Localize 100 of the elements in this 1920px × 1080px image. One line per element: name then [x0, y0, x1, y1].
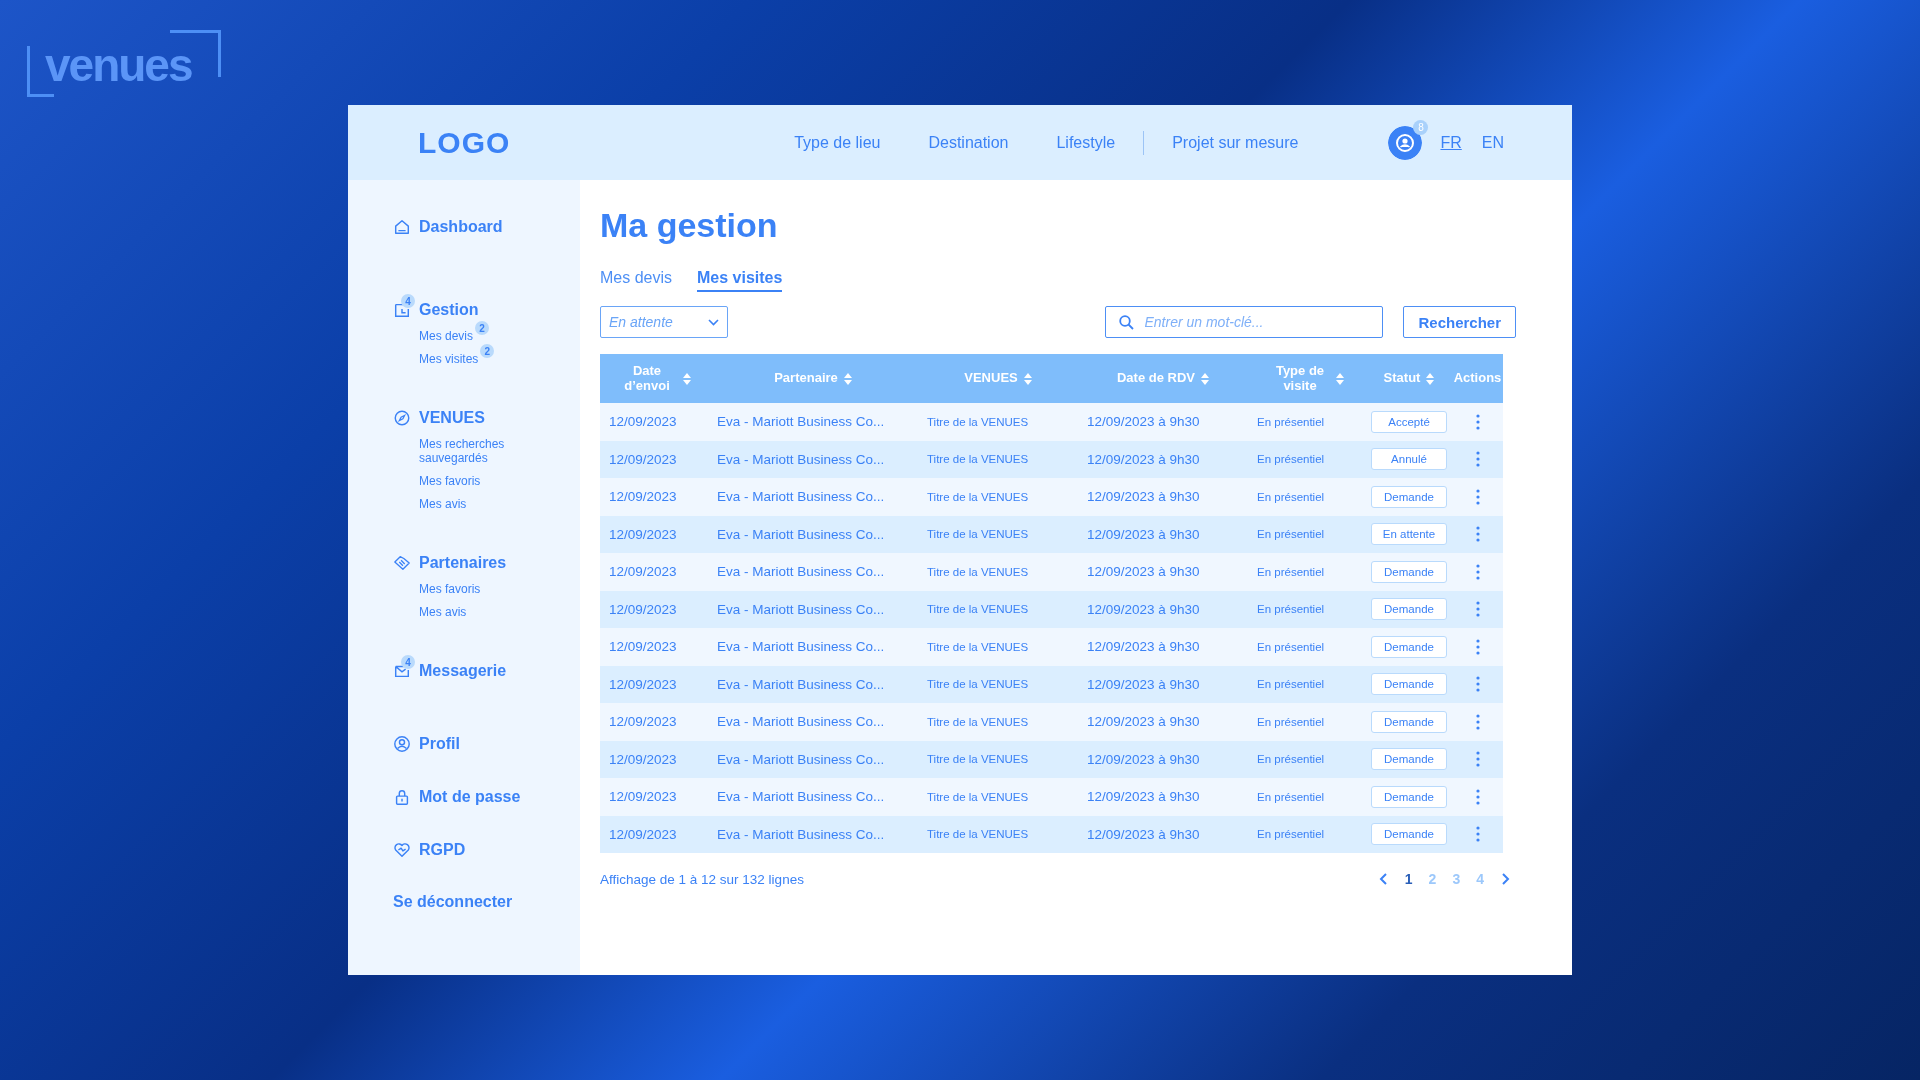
handshake-icon	[393, 554, 411, 572]
table-cell: Titre de la VENUES	[918, 740, 1078, 778]
count-badge: 2	[480, 344, 495, 358]
page-link[interactable]: 3	[1452, 871, 1461, 887]
table-cell: 12/09/2023 à 9h30	[1078, 740, 1248, 778]
sidebar-item[interactable]: Dashboard	[393, 209, 580, 236]
more-options-icon[interactable]	[1475, 638, 1480, 655]
table-cell: En présentiel	[1248, 740, 1366, 778]
column-header[interactable]: Partenaire	[708, 354, 918, 403]
user-avatar-icon[interactable]	[1388, 125, 1423, 160]
tab[interactable]: Mes devis	[600, 269, 673, 292]
sort-icon[interactable]	[843, 372, 852, 385]
search-button[interactable]: Rechercher	[1403, 306, 1516, 338]
more-options-icon[interactable]	[1475, 413, 1480, 430]
sidebar-subitem[interactable]: Mes avis	[419, 497, 467, 511]
table-cell: 12/09/2023 à 9h30	[1078, 778, 1248, 816]
sort-icon[interactable]	[1336, 372, 1344, 385]
nav-link[interactable]: Type de lieu	[794, 133, 881, 152]
sidebar-item[interactable]: Mot de passe	[393, 779, 580, 806]
column-header[interactable]: Type de visite	[1248, 354, 1366, 403]
sidebar-item[interactable]: 4 Gestion	[393, 292, 580, 319]
status-badge: Demande	[1371, 748, 1447, 771]
chevron-down-icon	[708, 318, 719, 326]
status-badge: Demande	[1371, 560, 1447, 583]
column-header[interactable]: Date d’envoi	[600, 354, 708, 403]
tab[interactable]: Mes visites	[697, 269, 783, 292]
nav-link[interactable]: Lifestyle	[1056, 133, 1116, 152]
table-cell: Eva - Mariott Business Co...	[708, 815, 918, 853]
table-cell: Eva - Mariott Business Co...	[708, 665, 918, 703]
more-options-icon[interactable]	[1475, 676, 1480, 693]
logo: LOGO	[418, 125, 511, 160]
count-badge: 2	[475, 321, 490, 335]
table-cell: 12/09/2023 à 9h30	[1078, 515, 1248, 553]
more-options-icon[interactable]	[1475, 713, 1480, 730]
table-cell: En présentiel	[1248, 478, 1366, 516]
table-cell: Eva - Mariott Business Co...	[708, 440, 918, 478]
search-field[interactable]: Entrer un mot-clé...	[1105, 306, 1384, 338]
nav-link[interactable]: Destination	[928, 133, 1009, 152]
table-cell: Titre de la VENUES	[918, 403, 1078, 441]
page-title: Ma gestion	[600, 206, 779, 245]
language-link[interactable]: EN	[1481, 133, 1504, 152]
table-cell: 12/09/2023	[600, 440, 708, 478]
column-header[interactable]: VENUES	[918, 354, 1078, 403]
column-header[interactable]: Date de RDV	[1078, 354, 1248, 403]
page-link[interactable]: 4	[1476, 871, 1484, 887]
table-cell: Titre de la VENUES	[918, 478, 1078, 516]
table-cell: 12/09/2023 à 9h30	[1078, 815, 1248, 853]
table-cell: 12/09/2023 à 9h30	[1078, 665, 1248, 703]
more-options-icon[interactable]	[1475, 788, 1480, 805]
more-options-icon[interactable]	[1475, 488, 1480, 505]
table-cell: 12/09/2023	[600, 590, 708, 628]
page-link[interactable]: 2	[1428, 871, 1437, 887]
table-cell: En présentiel	[1248, 628, 1366, 666]
column-header[interactable]: Actions	[1452, 354, 1503, 403]
table-cell: Titre de la VENUES	[918, 665, 1078, 703]
table-cell: Eva - Mariott Business Co...	[708, 778, 918, 816]
table-cell: 12/09/2023	[600, 478, 708, 516]
page-link[interactable]: 1	[1404, 871, 1413, 887]
sidebar-subitem[interactable]: Mes avis	[419, 605, 467, 619]
status-dropdown[interactable]: En attente	[600, 306, 728, 338]
sidebar-subitem[interactable]: Mes favoris	[419, 582, 481, 596]
table-cell: En présentiel	[1248, 553, 1366, 591]
more-options-icon[interactable]	[1475, 451, 1480, 468]
more-options-icon[interactable]	[1475, 526, 1480, 543]
more-options-icon[interactable]	[1475, 563, 1480, 580]
sidebar-subitem[interactable]: Mes recherches sauvegardés	[419, 437, 529, 465]
sidebar-item[interactable]: VENUES	[393, 400, 580, 427]
column-header[interactable]: Statut	[1366, 354, 1452, 403]
status-badge: Demande	[1371, 710, 1447, 733]
next-page-icon[interactable]	[1500, 873, 1510, 885]
home-icon	[393, 218, 411, 236]
search-icon	[1119, 315, 1135, 330]
previous-page-icon[interactable]	[1378, 873, 1389, 885]
table-cell: En présentiel	[1248, 515, 1366, 553]
status-badge: Accepté	[1371, 410, 1447, 433]
more-options-icon[interactable]	[1475, 826, 1480, 843]
sidebar-subitem[interactable]: Mes favoris	[419, 474, 481, 488]
table-cell: Titre de la VENUES	[918, 590, 1078, 628]
sidebar-item[interactable]: RGPD	[393, 832, 580, 859]
sidebar-item[interactable]: Partenaires	[393, 545, 580, 572]
table-cell: En présentiel	[1248, 665, 1366, 703]
more-options-icon[interactable]	[1475, 601, 1480, 618]
sort-icon[interactable]	[1201, 372, 1209, 385]
more-options-icon[interactable]	[1475, 751, 1480, 768]
sort-icon[interactable]	[683, 372, 691, 385]
language-link[interactable]: FR	[1440, 133, 1462, 152]
sort-icon[interactable]	[1426, 372, 1435, 385]
table-cell: 12/09/2023	[600, 778, 708, 816]
table-cell: 12/09/2023	[600, 665, 708, 703]
sidebar-subitem[interactable]: Mes visites	[419, 352, 479, 366]
table-cell: En présentiel	[1248, 778, 1366, 816]
table-cell: Titre de la VENUES	[918, 553, 1078, 591]
sidebar-item[interactable]: Profil	[393, 726, 580, 753]
venues-logo: venues	[27, 30, 221, 96]
logout-link[interactable]: Se déconnecter	[393, 893, 580, 911]
sidebar-subitem[interactable]: Mes devis	[419, 329, 474, 343]
sidebar-item[interactable]: 4 Messagerie	[393, 653, 580, 680]
nav-link[interactable]: Projet sur mesure	[1172, 133, 1299, 152]
table-cell: 12/09/2023 à 9h30	[1078, 590, 1248, 628]
sort-icon[interactable]	[1023, 372, 1032, 385]
